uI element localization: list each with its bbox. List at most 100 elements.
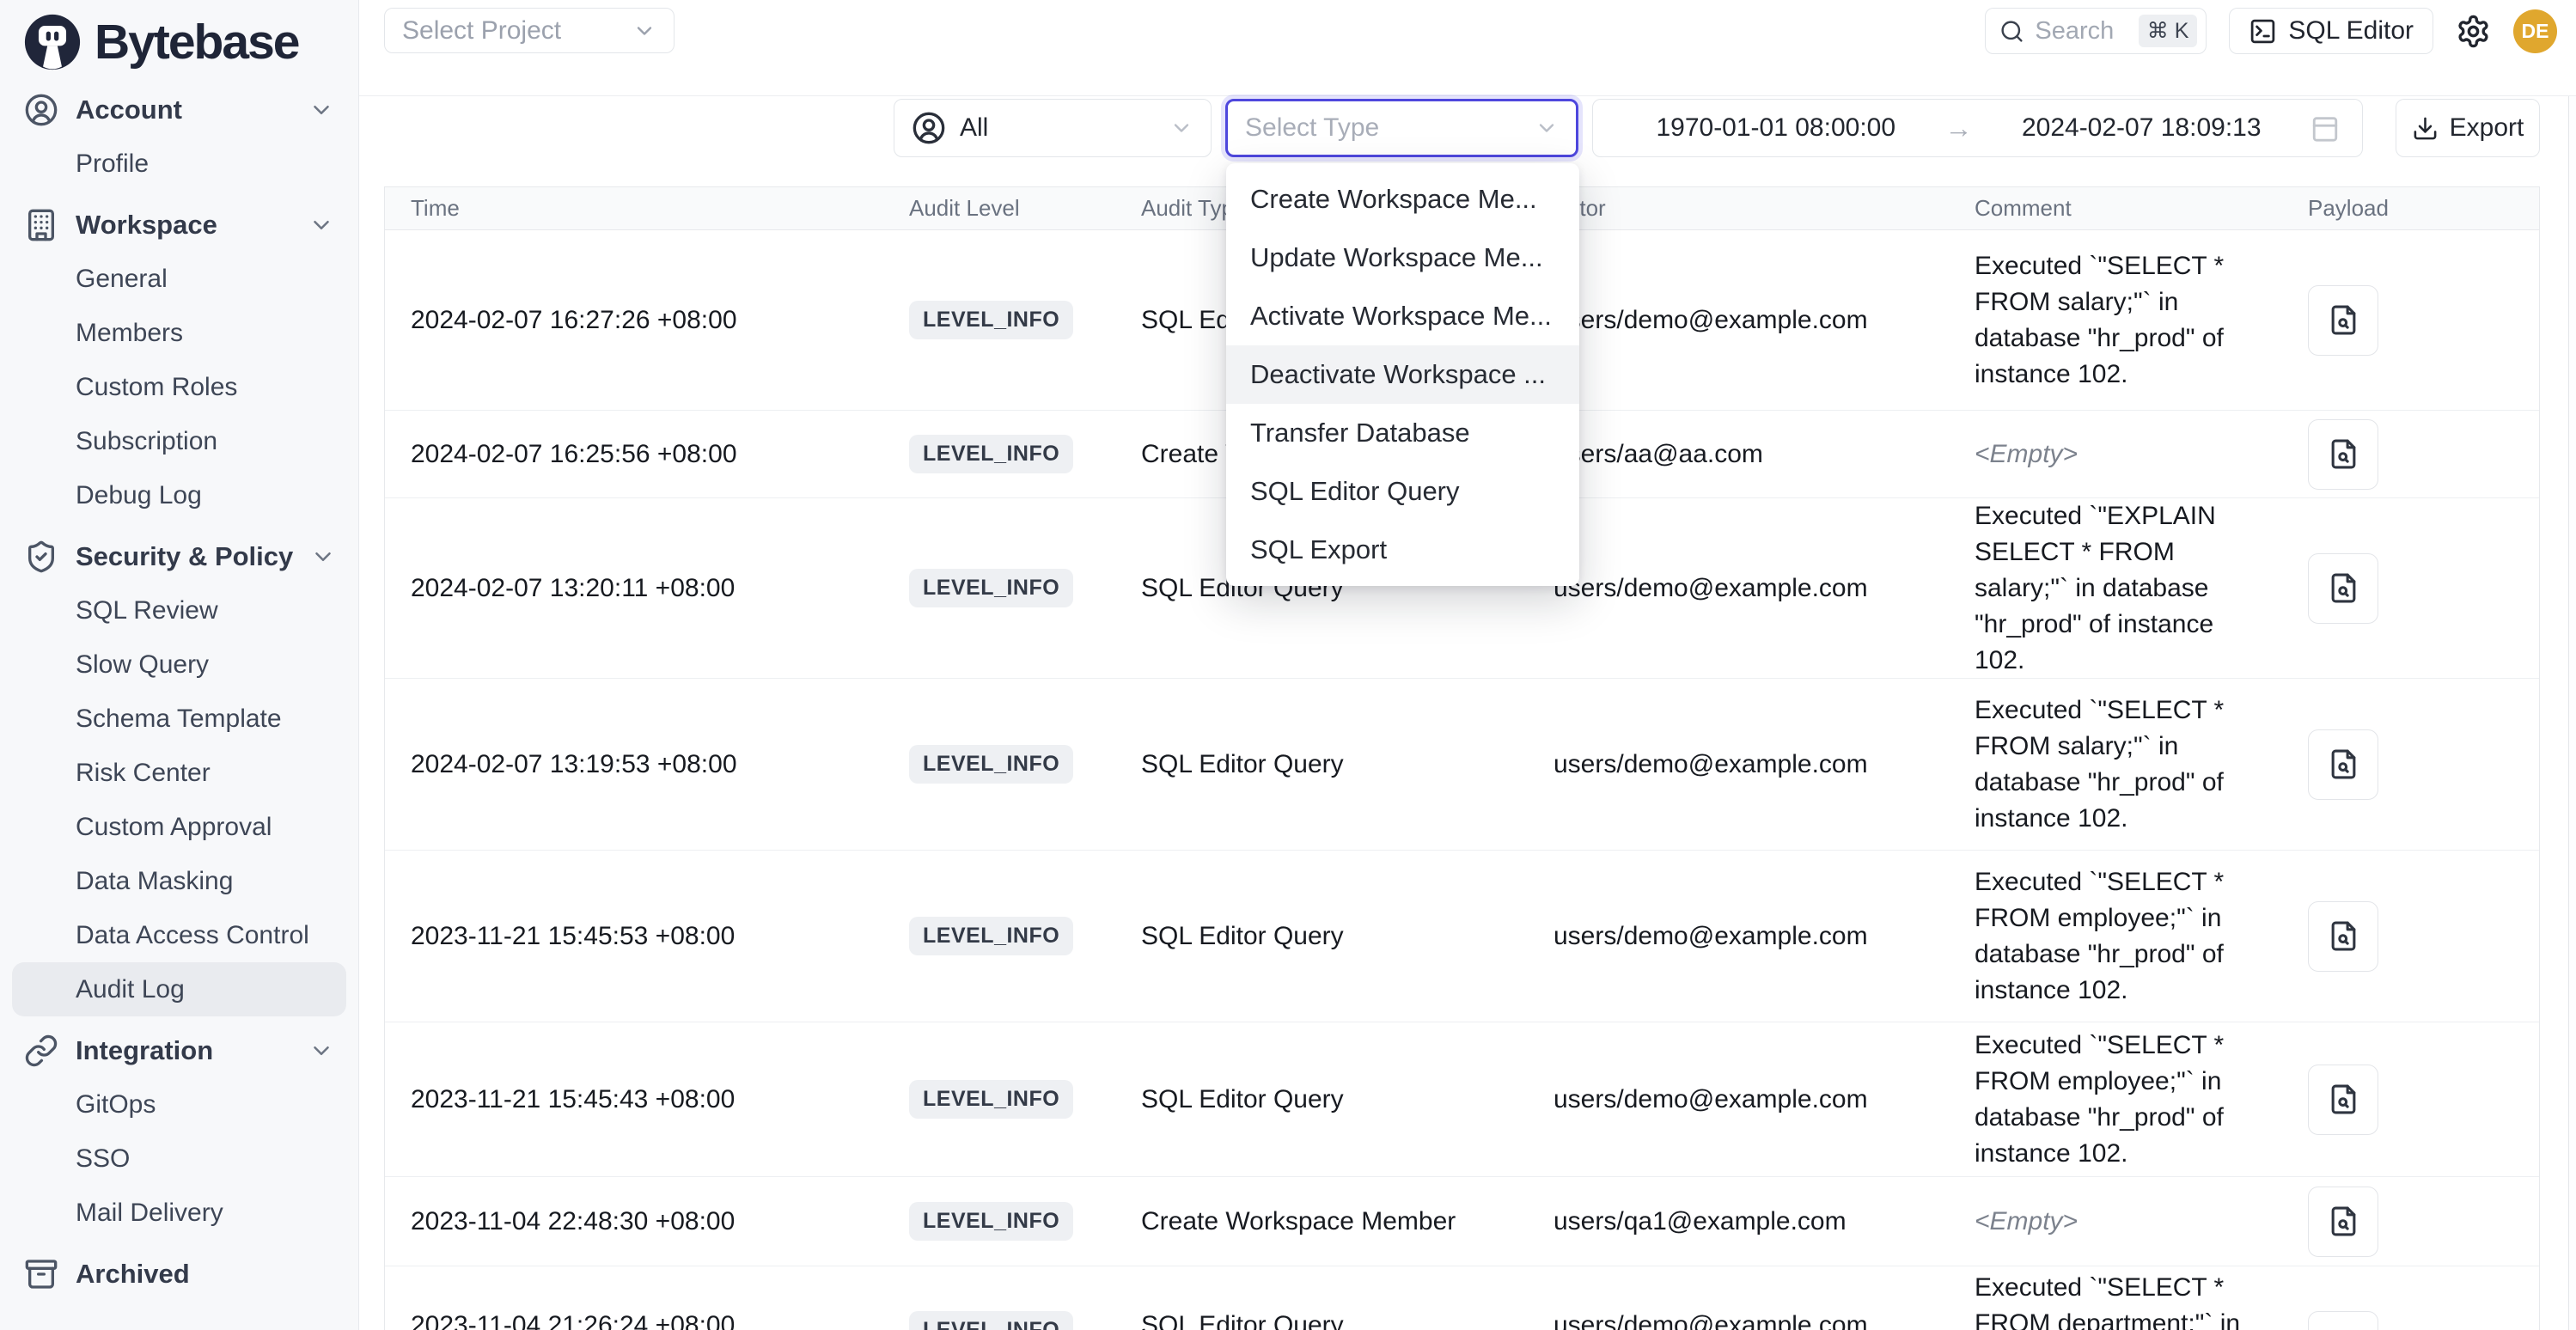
level-badge: LEVEL_INFO <box>909 569 1073 607</box>
sidebar-item-data-access-control[interactable]: Data Access Control <box>12 908 346 962</box>
archive-icon <box>24 1257 58 1291</box>
date-start-value: 1970-01-01 08:00:00 <box>1615 113 1937 143</box>
cell-actor: users/qa1@example.com <box>1554 1207 1975 1236</box>
column-header-time: Time <box>411 195 909 222</box>
view-payload-button[interactable] <box>2308 1311 2378 1330</box>
sql-editor-button[interactable]: SQL Editor <box>2229 8 2433 54</box>
table-row: 2024-02-07 13:19:53 +08:00 LEVEL_INFO SQ… <box>385 679 2539 851</box>
sidebar-item-label: Debug Log <box>76 481 202 510</box>
topbar-right: Search ⌘ K SQL Editor DE <box>1985 8 2557 54</box>
table-row: 2023-11-04 21:26:24 +08:00 LEVEL_INFO SQ… <box>385 1266 2539 1330</box>
building-icon <box>24 208 58 242</box>
actor-filter-value: All <box>960 113 1156 143</box>
dropdown-option-deactivate-workspace-member[interactable]: Deactivate Workspace ... <box>1226 345 1579 404</box>
search-placeholder: Search <box>2035 17 2114 46</box>
export-button[interactable]: Export <box>2396 99 2540 157</box>
search-input[interactable]: Search ⌘ K <box>1985 8 2207 54</box>
scrollbar[interactable] <box>2568 96 2576 1330</box>
cell-audit-type: SQL Editor Query <box>1141 922 1554 951</box>
file-search-icon <box>2328 1205 2359 1237</box>
sidebar-item-debug-log[interactable]: Debug Log <box>12 468 346 522</box>
level-badge: LEVEL_INFO <box>909 745 1073 784</box>
cell-comment: <Empty> <box>1975 436 2249 473</box>
cell-comment: <Empty> <box>1975 1204 2249 1240</box>
sidebar-item-general[interactable]: General <box>12 252 346 306</box>
dropdown-option-sql-export[interactable]: SQL Export <box>1226 521 1579 579</box>
level-badge: LEVEL_INFO <box>909 917 1073 955</box>
sidebar-item-label: Custom Roles <box>76 373 237 402</box>
sidebar-item-subscription[interactable]: Subscription <box>12 414 346 468</box>
sidebar-item-label: Members <box>76 319 183 348</box>
user-circle-icon <box>912 111 946 145</box>
view-payload-button[interactable] <box>2308 419 2378 490</box>
sidebar-item-mail-delivery[interactable]: Mail Delivery <box>12 1186 346 1240</box>
sidebar-group-label: Integration <box>76 1035 213 1066</box>
sidebar-item-label: General <box>76 265 168 294</box>
view-payload-button[interactable] <box>2308 553 2378 624</box>
sidebar-item-custom-approval[interactable]: Custom Approval <box>12 800 346 854</box>
user-circle-icon <box>24 93 58 127</box>
chevron-down-icon <box>310 544 336 570</box>
cell-comment: Executed `"SELECT * FROM employee;"` in … <box>1975 1028 2249 1172</box>
sidebar-item-sql-review[interactable]: SQL Review <box>12 583 346 638</box>
sidebar-item-sso[interactable]: SSO <box>12 1132 346 1186</box>
sidebar-item-members[interactable]: Members <box>12 306 346 360</box>
logo[interactable]: Bytebase <box>12 0 346 82</box>
level-badge: LEVEL_INFO <box>909 1080 1073 1119</box>
keyboard-shortcut-badge: ⌘ K <box>2139 15 2198 47</box>
topbar: Select Project Search ⌘ K SQL Editor DE <box>359 0 2576 96</box>
level-badge: LEVEL_INFO <box>909 1202 1073 1241</box>
view-payload-button[interactable] <box>2308 901 2378 972</box>
sidebar-group-security-policy[interactable]: Security & Policy <box>12 529 346 583</box>
file-search-icon <box>2328 920 2359 952</box>
sidebar-item-slow-query[interactable]: Slow Query <box>12 638 346 692</box>
sidebar-item-custom-roles[interactable]: Custom Roles <box>12 360 346 414</box>
sidebar-item-label: GitOps <box>76 1090 156 1120</box>
cell-comment: Executed `"SELECT * FROM employee;"` in … <box>1975 864 2249 1009</box>
column-header-payload: Payload <box>2301 195 2539 222</box>
cell-time: 2023-11-04 21:26:24 +08:00 <box>411 1266 909 1330</box>
sidebar-group-account[interactable]: Account <box>12 82 346 137</box>
view-payload-button[interactable] <box>2308 729 2378 800</box>
sidebar-item-label: Slow Query <box>76 650 209 680</box>
dropdown-option-transfer-database[interactable]: Transfer Database <box>1226 404 1579 462</box>
sidebar-group-workspace[interactable]: Workspace <box>12 198 346 252</box>
sidebar-group-integration[interactable]: Integration <box>12 1023 346 1077</box>
sidebar-item-schema-template[interactable]: Schema Template <box>12 692 346 746</box>
view-payload-button[interactable] <box>2308 1187 2378 1257</box>
sidebar-group-label: Security & Policy <box>76 541 293 572</box>
file-search-icon <box>2328 572 2359 604</box>
sidebar-item-audit-log[interactable]: Audit Log <box>12 962 346 1016</box>
cell-audit-type: SQL Editor Query <box>1141 1085 1554 1114</box>
date-range-picker[interactable]: 1970-01-01 08:00:00 → 2024-02-07 18:09:1… <box>1592 99 2363 157</box>
cell-actor: users/demo@example.com <box>1554 574 1975 603</box>
gear-icon <box>2456 14 2491 49</box>
avatar[interactable]: DE <box>2513 9 2557 53</box>
dropdown-option-activate-workspace-member[interactable]: Activate Workspace Me... <box>1226 287 1579 345</box>
type-filter-select[interactable]: Select Type <box>1225 99 1578 157</box>
cell-audit-type: Create Workspace Member <box>1141 1207 1554 1236</box>
actor-filter-select[interactable]: All <box>894 99 1212 157</box>
sidebar-item-profile[interactable]: Profile <box>12 137 346 191</box>
settings-button[interactable] <box>2456 14 2491 49</box>
view-payload-button[interactable] <box>2308 285 2378 356</box>
sidebar-item-data-masking[interactable]: Data Masking <box>12 854 346 908</box>
dropdown-option-update-workspace-member[interactable]: Update Workspace Me... <box>1226 229 1579 287</box>
dropdown-option-sql-editor-query[interactable]: SQL Editor Query <box>1226 462 1579 521</box>
view-payload-button[interactable] <box>2308 1065 2378 1135</box>
sidebar-item-gitops[interactable]: GitOps <box>12 1077 346 1132</box>
chevron-down-icon <box>308 212 334 238</box>
filter-bar: All Select Type 1970-01-01 08:00:00 → 20… <box>384 98 2540 158</box>
column-header-actor: Actor <box>1554 195 1975 222</box>
project-select[interactable]: Select Project <box>384 8 675 53</box>
dropdown-option-create-workspace-member[interactable]: Create Workspace Me... <box>1226 170 1579 229</box>
cell-time: 2024-02-07 16:27:26 +08:00 <box>411 306 909 335</box>
cell-actor: users/aa@aa.com <box>1554 440 1975 469</box>
sidebar-item-label: Data Access Control <box>76 921 309 950</box>
sidebar: Bytebase Account Profile Workspace Gener… <box>0 0 359 1330</box>
sidebar-group-archived[interactable]: Archived <box>12 1247 346 1301</box>
cell-actor: users/demo@example.com <box>1554 1085 1975 1114</box>
sidebar-item-risk-center[interactable]: Risk Center <box>12 746 346 800</box>
cell-audit-type: SQL Editor Query <box>1141 1266 1554 1330</box>
link-icon <box>24 1034 58 1068</box>
